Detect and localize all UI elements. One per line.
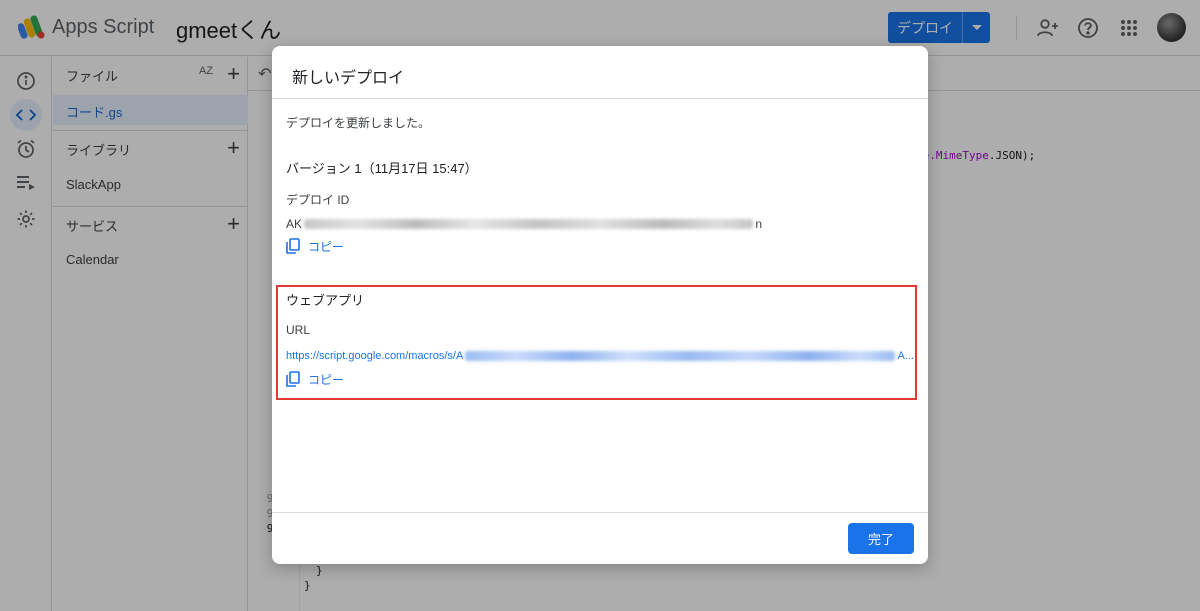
copy-label: コピー: [308, 239, 345, 254]
copy-label: コピー: [308, 372, 345, 387]
deploy-id-label: デプロイ ID: [286, 193, 350, 207]
copy-url-button[interactable]: コピー: [286, 370, 344, 388]
deploy-id-value[interactable]: AK n: [286, 216, 762, 232]
url-label: URL: [286, 323, 311, 337]
webapp-heading: ウェブアプリ: [286, 293, 365, 308]
copy-icon: [286, 371, 300, 387]
webapp-url-link[interactable]: https://script.google.com/macros/s/A A..…: [286, 348, 914, 364]
dialog-footer-divider: [272, 512, 928, 513]
status-message: デプロイを更新しました。: [286, 116, 431, 130]
dialog-title: 新しいデプロイ: [292, 70, 405, 87]
done-button[interactable]: 完了: [848, 523, 914, 554]
url-prefix: https://script.google.com/macros/s/A: [286, 350, 464, 362]
url-suffix: A...: [897, 350, 914, 362]
copy-icon: [286, 238, 300, 254]
deploy-id-prefix: AK: [286, 217, 303, 231]
redacted-blur: [304, 219, 754, 229]
webapp-highlight-box: [276, 285, 917, 400]
new-deployment-dialog: 新しいデプロイ デプロイを更新しました。 バージョン 1（11月17日 15:4…: [272, 46, 928, 564]
copy-deploy-id-button[interactable]: コピー: [286, 237, 344, 255]
version-info: バージョン 1（11月17日 15:47）: [286, 161, 478, 176]
dialog-header-divider: [272, 98, 928, 99]
redacted-blur: [465, 351, 896, 361]
deploy-id-suffix: n: [755, 217, 762, 231]
